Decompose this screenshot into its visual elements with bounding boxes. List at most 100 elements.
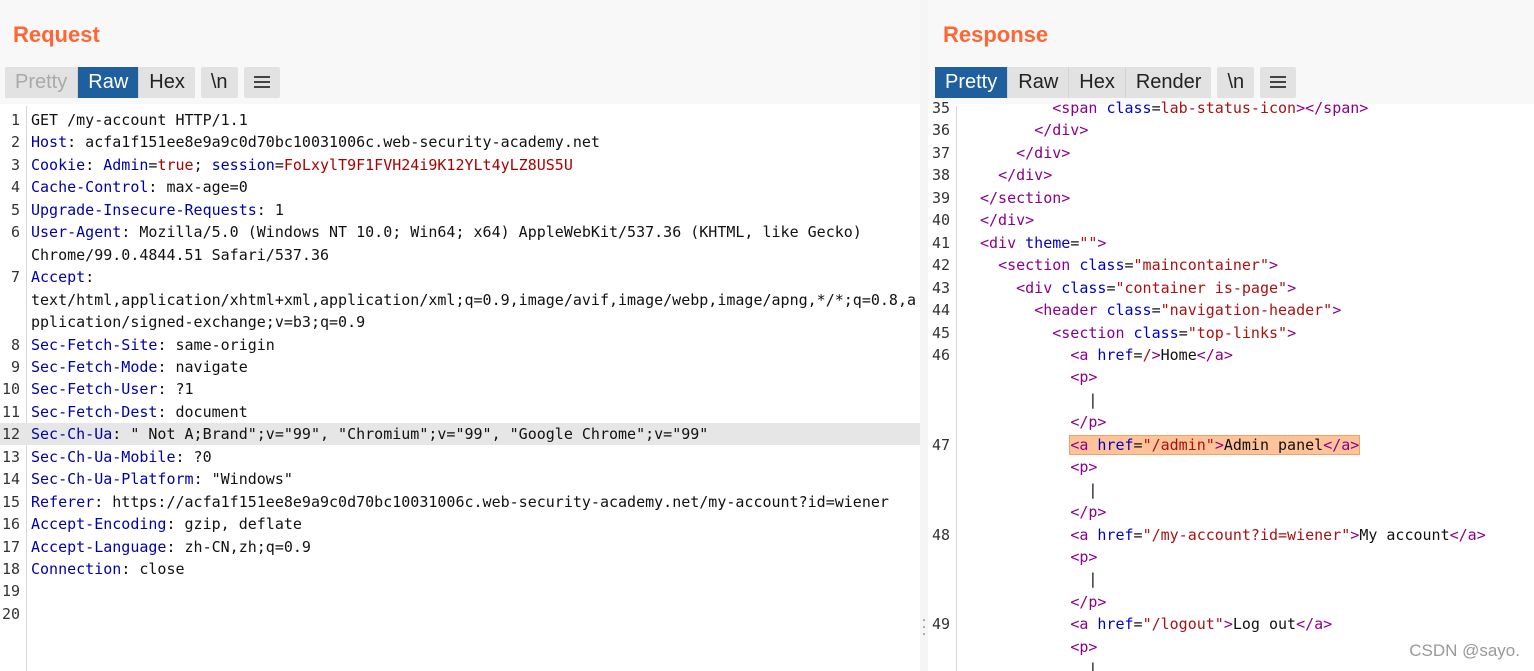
line-number: 6 xyxy=(10,223,20,242)
request-line[interactable]: 16 Accept-Encoding: gzip, deflate xyxy=(0,513,920,535)
line-code: | xyxy=(980,479,1097,501)
request-line[interactable]: 18 Connection: close xyxy=(0,558,920,580)
request-line[interactable]: 11 Sec-Fetch-Dest: document xyxy=(0,401,920,423)
request-line[interactable]: 6 User-Agent: Mozilla/5.0 (Windows NT 10.… xyxy=(0,221,920,243)
response-line[interactable]: 37 </div> xyxy=(928,142,1534,164)
response-line[interactable]: 46 <a href=/>Home</a> xyxy=(928,344,1534,366)
pane-divider[interactable] xyxy=(920,0,928,671)
request-tab-raw[interactable]: Raw xyxy=(78,67,140,98)
request-title: Request xyxy=(13,22,100,47)
request-line[interactable]: Chrome/99.0.4844.51 Safari/537.36 xyxy=(0,244,920,266)
request-line[interactable]: 7 Accept: xyxy=(0,266,920,288)
response-line[interactable]: 38 </div> xyxy=(928,164,1534,186)
response-newline-toggle[interactable]: \n xyxy=(1217,67,1255,98)
code-token: pplication/signed-exchange;v=b3;q=0.9 xyxy=(31,313,366,332)
response-line[interactable]: 44 <header class="navigation-header"> xyxy=(928,299,1534,321)
code-token: <p> xyxy=(1070,548,1098,566)
line-number: 4 xyxy=(10,178,20,197)
code-token: href xyxy=(1097,525,1134,544)
code-token: href xyxy=(1097,615,1134,634)
line-code: Host: acfa1f151ee8e9a9c0d70bc10031006c.w… xyxy=(31,131,600,153)
line-code: Cache-Control: max-age=0 xyxy=(31,176,248,198)
request-line[interactable]: 14 Sec-Ch-Ua-Platform: "Windows" xyxy=(0,468,920,490)
line-code: <div theme=""> xyxy=(980,232,1106,254)
line-number: 39 xyxy=(931,188,950,207)
code-token: true xyxy=(157,155,194,174)
request-line[interactable]: 15 Referer: https://acfa1f151ee8e9a9c0d70… xyxy=(0,491,920,513)
request-line[interactable]: pplication/signed-exchange;v=b3;q=0.9 xyxy=(0,311,920,333)
request-line[interactable]: 4 Cache-Control: max-age=0 xyxy=(0,176,920,198)
request-line[interactable]: 5 Upgrade-Insecure-Requests: 1 xyxy=(0,199,920,221)
request-line[interactable]: 12 Sec-Ch-Ua: " Not A;Brand";v="99", "Chr… xyxy=(0,423,920,446)
response-line[interactable]: 45 <section class="top-links"> xyxy=(928,322,1534,344)
request-line[interactable]: 17 Accept-Language: zh-CN,zh;q=0.9 xyxy=(0,536,920,558)
request-tab-pretty[interactable]: Pretty xyxy=(5,67,79,98)
response-line[interactable]: 49 <a href="/logout">Log out</a> xyxy=(928,613,1534,635)
code-token: Admin xyxy=(103,155,149,174)
response-menu-button[interactable] xyxy=(1260,67,1297,98)
response-line[interactable]: 36 </div> xyxy=(928,119,1534,141)
request-line[interactable]: text/html,application/xhtml+xml,applicat… xyxy=(0,289,920,311)
request-line[interactable]: 20 xyxy=(0,603,920,625)
code-token: <div xyxy=(980,233,1017,252)
request-line[interactable]: 1 GET /my-account HTTP/1.1 xyxy=(0,109,920,131)
request-line[interactable]: 13 Sec-Ch-Ua-Mobile: ?0 xyxy=(0,446,920,468)
request-line[interactable]: 8 Sec-Fetch-Site: same-origin xyxy=(0,334,920,356)
request-line[interactable]: 9 Sec-Fetch-Mode: navigate xyxy=(0,356,920,378)
code-token: : gzip, deflate xyxy=(166,515,302,534)
drag-handle-icon[interactable]: · · · xyxy=(920,614,928,642)
response-tab-render[interactable]: Render xyxy=(1125,67,1212,98)
request-tab-hex[interactable]: Hex xyxy=(139,67,195,98)
request-editor[interactable]: 1 GET /my-account HTTP/1.1 2 Host: acfa1f15… xyxy=(0,106,920,671)
line-number: 12 xyxy=(1,425,20,444)
code-token: : https://acfa1f151ee8e9a9c0d70bc1003100… xyxy=(94,492,889,511)
code-token: Home xyxy=(1160,345,1197,364)
request-menu-button[interactable] xyxy=(243,67,280,98)
line-code: Sec-Ch-Ua-Mobile: ?0 xyxy=(31,446,212,468)
code-token: <div xyxy=(1016,278,1053,297)
response-line[interactable]: 43 <div class="container is-page"> xyxy=(928,277,1534,299)
line-number: 19 xyxy=(1,582,20,601)
response-line[interactable]: 48 <a href="/my-account?id=wiener">My ac… xyxy=(928,524,1534,546)
request-newline-toggle[interactable]: \n xyxy=(200,67,238,98)
line-code: <a href="/logout">Log out</a> xyxy=(980,613,1332,635)
request-line[interactable]: 10 Sec-Fetch-User: ?1 xyxy=(0,378,920,400)
response-line[interactable]: </p> xyxy=(928,411,1534,433)
request-line[interactable]: 3 Cookie: Admin=true; session=FoLxylT9F1F… xyxy=(0,154,920,176)
code-token: > xyxy=(1214,435,1224,454)
code-token: Log out xyxy=(1232,615,1297,634)
line-number: 40 xyxy=(931,211,950,230)
code-token: > xyxy=(1296,99,1306,117)
response-tab-pretty[interactable]: Pretty xyxy=(935,67,1009,98)
code-token: lab-status-icon xyxy=(1160,99,1297,117)
response-line[interactable]: 40 </div> xyxy=(928,209,1534,231)
response-line[interactable]: 39 </section> xyxy=(928,187,1534,209)
request-line[interactable]: 19 xyxy=(0,580,920,602)
response-tab-hex[interactable]: Hex xyxy=(1069,67,1126,98)
code-token: : document xyxy=(157,402,248,421)
response-line[interactable]: | xyxy=(928,479,1534,501)
line-code: <span class=lab-status-icon></span> xyxy=(980,97,1368,119)
response-line[interactable]: | xyxy=(928,568,1534,590)
response-line[interactable]: | xyxy=(928,389,1534,411)
code-token: </div> xyxy=(1016,143,1071,162)
request-line[interactable]: 2 Host: acfa1f151ee8e9a9c0d70bc10031006c.… xyxy=(0,131,920,153)
response-line[interactable]: 35 <span class=lab-status-icon></span> xyxy=(928,97,1534,119)
response-line[interactable]: <p> xyxy=(928,366,1534,388)
line-code: Cookie: Admin=true; session=FoLxylT9F1FV… xyxy=(31,154,573,176)
response-editor[interactable]: 35 <span class=lab-status-icon></span> 36… xyxy=(928,99,1534,671)
response-line[interactable]: <p> xyxy=(928,546,1534,568)
response-tab-raw[interactable]: Raw xyxy=(1008,67,1070,98)
code-token: </a> xyxy=(1323,435,1360,454)
response-line[interactable]: 41 <div theme=""> xyxy=(928,232,1534,254)
response-line[interactable]: </p> xyxy=(928,501,1534,523)
response-line[interactable]: 47 <a href="/admin">Admin panel</a> xyxy=(928,434,1534,456)
line-code: Sec-Fetch-Site: same-origin xyxy=(31,334,275,356)
response-line[interactable]: </p> xyxy=(928,591,1534,613)
response-line[interactable]: 42 <section class="maincontainer"> xyxy=(928,254,1534,276)
response-line[interactable]: <p> xyxy=(928,456,1534,478)
